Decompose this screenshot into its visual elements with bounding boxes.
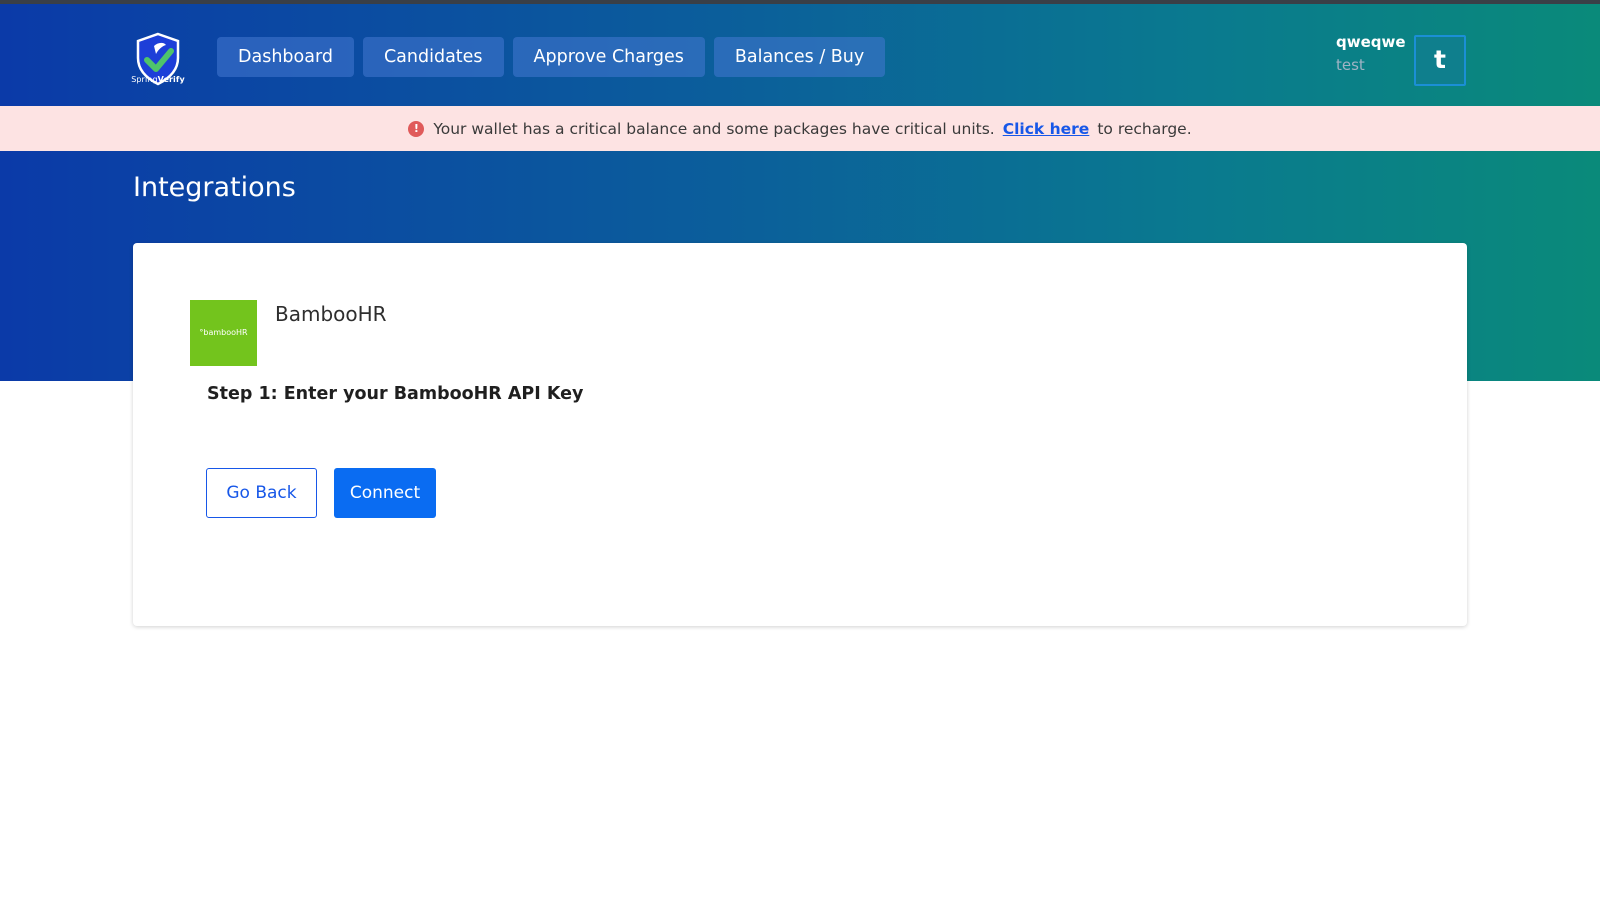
springverify-logo-text: SpringVerify <box>131 75 185 84</box>
connect-button[interactable]: Connect <box>334 468 436 518</box>
main-nav: Dashboard Candidates Approve Charges Bal… <box>217 37 886 77</box>
alert-suffix: to recharge. <box>1097 119 1192 138</box>
recharge-link[interactable]: Click here <box>1003 120 1090 138</box>
nav-dashboard-button[interactable]: Dashboard <box>217 37 354 77</box>
exclamation-circle-icon: ! <box>408 120 425 137</box>
user-org: test <box>1336 56 1365 74</box>
integration-card: °bambooHR BambooHR Step 1: Enter your Ba… <box>133 243 1467 626</box>
integration-name: BambooHR <box>275 302 387 326</box>
nav-candidates-button[interactable]: Candidates <box>362 37 504 77</box>
page-title: Integrations <box>133 172 296 203</box>
alert-message: Your wallet has a critical balance and s… <box>433 119 995 138</box>
critical-balance-alert: ! Your wallet has a critical balance and… <box>0 106 1600 151</box>
user-avatar-button[interactable]: t <box>1414 35 1466 86</box>
top-header: SpringVerify Dashboard Candidates Approv… <box>0 4 1600 106</box>
bamboohr-logo: °bambooHR <box>190 300 257 366</box>
go-back-button[interactable]: Go Back <box>206 468 317 518</box>
user-name: qweqwe <box>1336 33 1406 51</box>
nav-balances-buy-button[interactable]: Balances / Buy <box>713 37 886 77</box>
step-label: Step 1: Enter your BambooHR API Key <box>207 384 584 404</box>
nav-approve-charges-button[interactable]: Approve Charges <box>512 37 705 77</box>
